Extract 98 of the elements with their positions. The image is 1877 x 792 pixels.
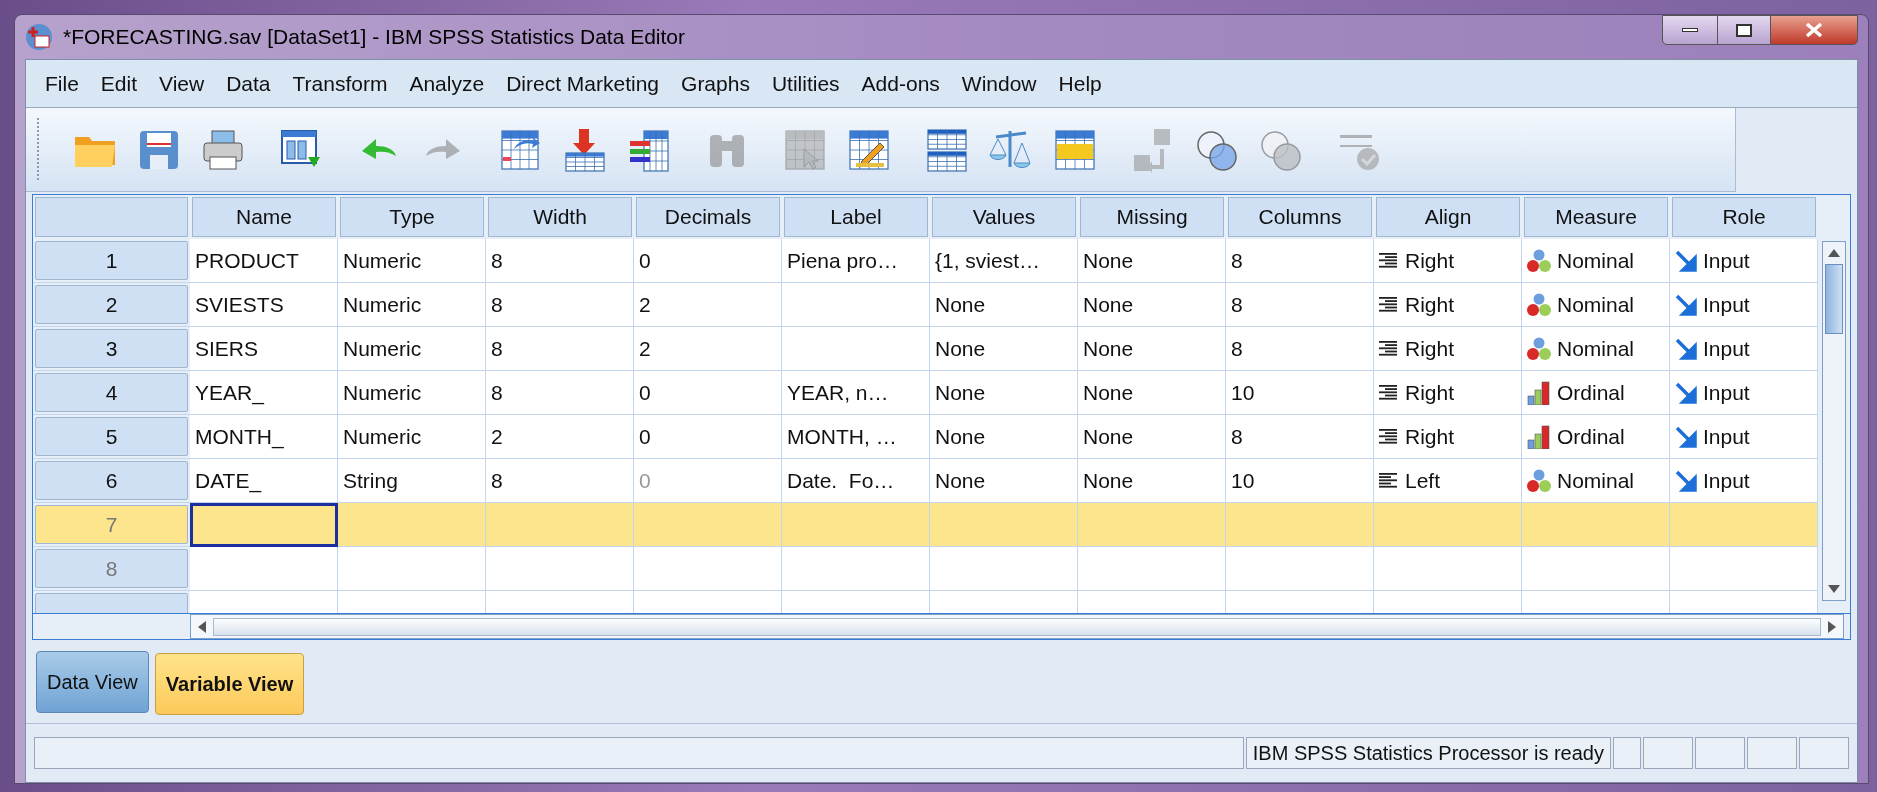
cell-text: 8 [1231, 291, 1243, 318]
column-header[interactable]: Measure [1524, 197, 1668, 237]
row-header[interactable]: 4 [35, 373, 188, 412]
cell-text: Input [1703, 423, 1750, 450]
column-header[interactable]: Label [784, 197, 928, 237]
cell-text: None [1083, 423, 1134, 450]
cell-text: Numeric [343, 423, 422, 450]
cell-text: Ordinal [1557, 379, 1625, 406]
column-header[interactable]: Role [1672, 197, 1816, 237]
column-header[interactable]: Values [932, 197, 1076, 237]
cell-text: None [1083, 379, 1134, 406]
cell-text: 8 [491, 291, 503, 318]
cell-text: 0 [639, 423, 651, 450]
cell-text: None [1083, 291, 1134, 318]
cell-text: Date. Fo… [787, 467, 895, 494]
menu-item[interactable]: Graphs [672, 63, 759, 104]
cell-text: 2 [639, 335, 651, 362]
column-header[interactable]: Name [192, 197, 336, 237]
cell-text: SIERS [195, 335, 259, 362]
window-title: *FORECASTING.sav [DataSet1] - IBM SPSS Statistics Data Editor [63, 24, 686, 51]
row-header[interactable]: 7 [35, 505, 188, 544]
row-header[interactable]: 1 [35, 241, 188, 280]
cell-text: Input [1703, 379, 1750, 406]
menu-item[interactable]: Data [217, 63, 280, 104]
row-header[interactable]: 2 [35, 285, 188, 324]
cell-text: None [935, 423, 986, 450]
cell-text: None [935, 379, 986, 406]
column-header[interactable]: Columns [1228, 197, 1372, 237]
cell-text: None [1083, 467, 1134, 494]
menu-item[interactable]: View [150, 63, 214, 104]
cell-text: None [935, 335, 986, 362]
cell-text: Piena pro… [787, 247, 898, 274]
cell-text: Nominal [1557, 247, 1635, 274]
cell-text: DATE_ [195, 467, 262, 495]
cell-text: String [343, 467, 398, 494]
cell-text: SVIESTS [195, 291, 284, 318]
cell-text: 8 [1231, 335, 1243, 362]
cell-text: Numeric [343, 379, 422, 406]
column-header[interactable]: Decimals [636, 197, 780, 237]
cell-text: Right [1405, 291, 1455, 318]
cell-text: Nominal [1557, 335, 1635, 362]
cell-text: Right [1405, 247, 1455, 274]
cell-text: YEAR_ [195, 379, 264, 407]
cell-text: {1, sviest… [935, 247, 1041, 274]
column-header[interactable]: Missing [1080, 197, 1224, 237]
cell-text: 0 [639, 379, 651, 406]
cell-text: Numeric [343, 335, 422, 362]
menu-item[interactable]: Add-ons [852, 63, 949, 104]
cell-text: PRODUCT [195, 247, 299, 274]
cell-text: None [935, 467, 986, 494]
cell-text: 8 [1231, 423, 1243, 450]
view-tab[interactable]: Data View [36, 650, 149, 713]
cell-text: 8 [491, 379, 503, 406]
menu-item[interactable]: Analyze [400, 63, 494, 104]
menu-item[interactable]: Edit [91, 63, 147, 104]
column-header[interactable]: Width [488, 197, 632, 237]
cell-text: 0 [639, 247, 651, 274]
cell-text: MONTH_ [195, 423, 284, 451]
cell-text: 8 [491, 335, 503, 362]
menu-item[interactable]: Utilities [762, 63, 849, 104]
cell-text: Nominal [1557, 467, 1635, 494]
cell-text: 8 [491, 247, 503, 274]
cell-text: Input [1703, 247, 1750, 274]
menu-item[interactable]: Direct Marketing [497, 63, 669, 104]
row-header[interactable]: 6 [35, 461, 188, 500]
cell-text: Numeric [343, 247, 422, 274]
row-header[interactable]: 5 [35, 417, 188, 456]
menu-item[interactable]: Help [1049, 63, 1111, 104]
cell-text: None [1083, 335, 1134, 362]
menu-item[interactable]: File [36, 63, 88, 104]
cell-text: Input [1703, 335, 1750, 362]
cell-text: 8 [1231, 247, 1243, 274]
cell-text: Right [1405, 423, 1455, 450]
status-message: IBM SPSS Statistics Processor is ready [1245, 737, 1611, 769]
row-header[interactable]: 3 [35, 329, 188, 368]
cell-text: 2 [639, 291, 651, 318]
cell-text: Right [1405, 379, 1455, 406]
view-tab[interactable]: Variable View [154, 652, 305, 715]
cell-text: Input [1703, 467, 1750, 494]
menu-item[interactable]: Transform [283, 63, 397, 104]
menu-item[interactable]: Window [952, 63, 1046, 104]
cell-text: 0 [639, 467, 651, 494]
cell-text: 10 [1231, 379, 1255, 406]
column-header[interactable]: Type [340, 197, 484, 237]
cell-text: Left [1405, 467, 1441, 494]
cell-text: Ordinal [1557, 423, 1625, 450]
cell-text: None [935, 291, 986, 318]
cell-text: 8 [491, 467, 503, 494]
cell-text: Input [1703, 291, 1750, 318]
cell-text: Nominal [1557, 291, 1635, 318]
cell-text: MONTH, … [787, 423, 897, 450]
cell-text: YEAR, n… [787, 379, 889, 406]
cell-text: Right [1405, 335, 1455, 362]
cell-text: None [1083, 247, 1134, 274]
column-header[interactable]: Align [1376, 197, 1520, 237]
cell-text: 10 [1231, 467, 1255, 494]
cell-text: 2 [491, 423, 503, 450]
cell-text: Numeric [343, 291, 422, 318]
